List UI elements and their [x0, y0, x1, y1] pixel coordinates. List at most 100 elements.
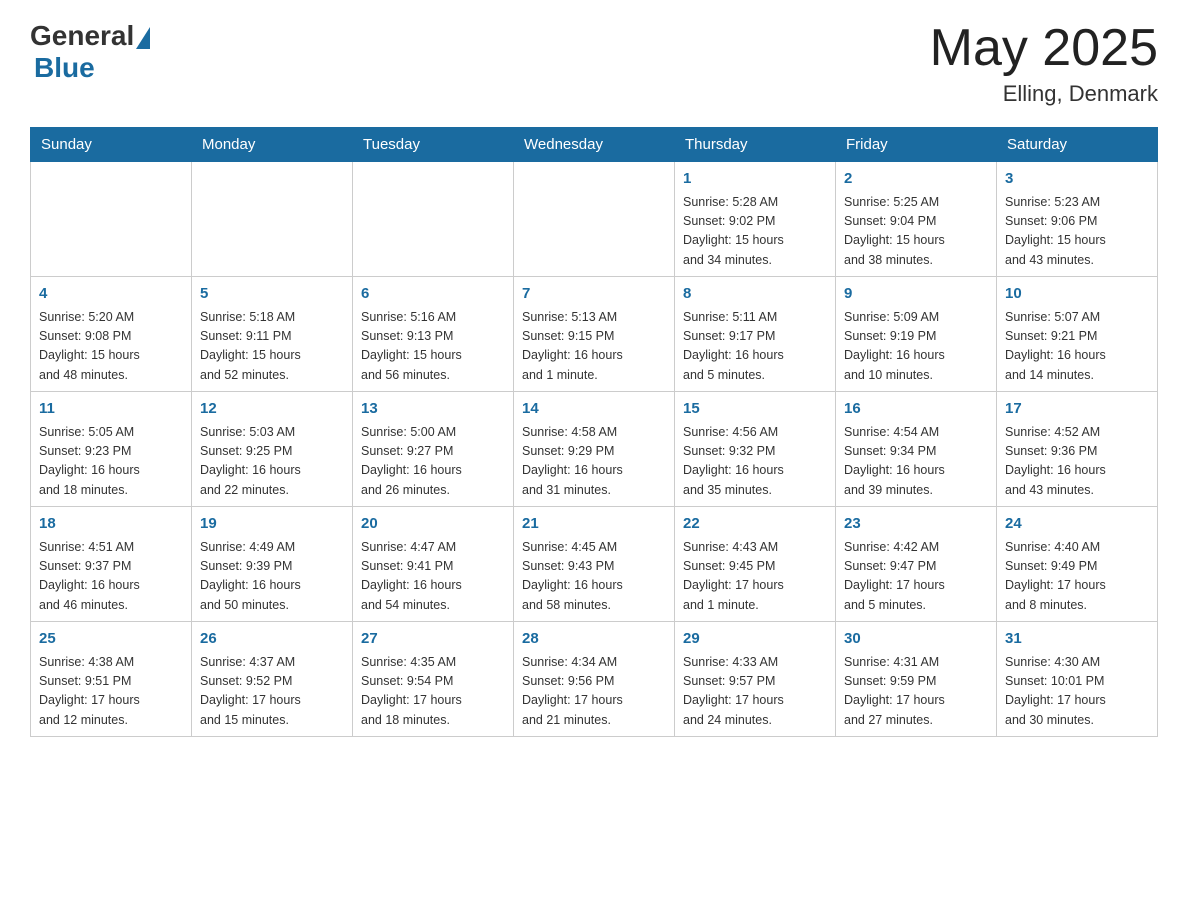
- title-section: May 2025 Elling, Denmark: [930, 20, 1158, 107]
- day-number: 18: [39, 513, 183, 536]
- day-info: Sunrise: 5:13 AMSunset: 9:15 PMDaylight:…: [522, 308, 666, 386]
- day-number: 20: [361, 513, 505, 536]
- calendar-cell: 3Sunrise: 5:23 AMSunset: 9:06 PMDaylight…: [997, 162, 1158, 277]
- calendar-cell: 7Sunrise: 5:13 AMSunset: 9:15 PMDaylight…: [514, 277, 675, 392]
- day-info: Sunrise: 4:34 AMSunset: 9:56 PMDaylight:…: [522, 653, 666, 731]
- day-number: 29: [683, 628, 827, 651]
- calendar-cell: 20Sunrise: 4:47 AMSunset: 9:41 PMDayligh…: [353, 507, 514, 622]
- calendar-cell: 8Sunrise: 5:11 AMSunset: 9:17 PMDaylight…: [675, 277, 836, 392]
- day-info: Sunrise: 4:49 AMSunset: 9:39 PMDaylight:…: [200, 538, 344, 616]
- day-info: Sunrise: 5:05 AMSunset: 9:23 PMDaylight:…: [39, 423, 183, 501]
- col-header-thursday: Thursday: [675, 128, 836, 162]
- calendar-cell: 15Sunrise: 4:56 AMSunset: 9:32 PMDayligh…: [675, 392, 836, 507]
- day-info: Sunrise: 4:31 AMSunset: 9:59 PMDaylight:…: [844, 653, 988, 731]
- col-header-sunday: Sunday: [31, 128, 192, 162]
- day-number: 12: [200, 398, 344, 421]
- calendar-cell: 13Sunrise: 5:00 AMSunset: 9:27 PMDayligh…: [353, 392, 514, 507]
- calendar-cell: [192, 162, 353, 277]
- day-info: Sunrise: 4:38 AMSunset: 9:51 PMDaylight:…: [39, 653, 183, 731]
- day-number: 19: [200, 513, 344, 536]
- calendar-cell: 14Sunrise: 4:58 AMSunset: 9:29 PMDayligh…: [514, 392, 675, 507]
- calendar-cell: 25Sunrise: 4:38 AMSunset: 9:51 PMDayligh…: [31, 622, 192, 737]
- day-info: Sunrise: 5:00 AMSunset: 9:27 PMDaylight:…: [361, 423, 505, 501]
- day-number: 14: [522, 398, 666, 421]
- day-number: 8: [683, 283, 827, 306]
- calendar-cell: 11Sunrise: 5:05 AMSunset: 9:23 PMDayligh…: [31, 392, 192, 507]
- day-number: 31: [1005, 628, 1149, 651]
- week-row-2: 4Sunrise: 5:20 AMSunset: 9:08 PMDaylight…: [31, 277, 1158, 392]
- calendar-cell: [353, 162, 514, 277]
- day-info: Sunrise: 4:51 AMSunset: 9:37 PMDaylight:…: [39, 538, 183, 616]
- day-number: 17: [1005, 398, 1149, 421]
- day-number: 10: [1005, 283, 1149, 306]
- day-info: Sunrise: 4:45 AMSunset: 9:43 PMDaylight:…: [522, 538, 666, 616]
- day-number: 23: [844, 513, 988, 536]
- calendar-cell: 29Sunrise: 4:33 AMSunset: 9:57 PMDayligh…: [675, 622, 836, 737]
- calendar-header-row: SundayMondayTuesdayWednesdayThursdayFrid…: [31, 128, 1158, 162]
- calendar-cell: 24Sunrise: 4:40 AMSunset: 9:49 PMDayligh…: [997, 507, 1158, 622]
- day-number: 1: [683, 168, 827, 191]
- day-number: 28: [522, 628, 666, 651]
- day-number: 2: [844, 168, 988, 191]
- logo-blue-text: Blue: [34, 52, 95, 84]
- day-info: Sunrise: 5:28 AMSunset: 9:02 PMDaylight:…: [683, 193, 827, 271]
- day-info: Sunrise: 5:18 AMSunset: 9:11 PMDaylight:…: [200, 308, 344, 386]
- calendar-cell: 10Sunrise: 5:07 AMSunset: 9:21 PMDayligh…: [997, 277, 1158, 392]
- day-info: Sunrise: 5:20 AMSunset: 9:08 PMDaylight:…: [39, 308, 183, 386]
- day-number: 6: [361, 283, 505, 306]
- day-info: Sunrise: 4:42 AMSunset: 9:47 PMDaylight:…: [844, 538, 988, 616]
- calendar-cell: 6Sunrise: 5:16 AMSunset: 9:13 PMDaylight…: [353, 277, 514, 392]
- day-number: 15: [683, 398, 827, 421]
- day-number: 27: [361, 628, 505, 651]
- day-number: 22: [683, 513, 827, 536]
- calendar-cell: 2Sunrise: 5:25 AMSunset: 9:04 PMDaylight…: [836, 162, 997, 277]
- day-info: Sunrise: 4:40 AMSunset: 9:49 PMDaylight:…: [1005, 538, 1149, 616]
- day-number: 30: [844, 628, 988, 651]
- calendar-cell: 23Sunrise: 4:42 AMSunset: 9:47 PMDayligh…: [836, 507, 997, 622]
- page-header: General Blue May 2025 Elling, Denmark: [30, 20, 1158, 107]
- logo: General Blue: [30, 20, 150, 84]
- week-row-5: 25Sunrise: 4:38 AMSunset: 9:51 PMDayligh…: [31, 622, 1158, 737]
- day-number: 16: [844, 398, 988, 421]
- day-number: 21: [522, 513, 666, 536]
- month-year-title: May 2025: [930, 20, 1158, 77]
- day-number: 26: [200, 628, 344, 651]
- day-number: 25: [39, 628, 183, 651]
- calendar-cell: 21Sunrise: 4:45 AMSunset: 9:43 PMDayligh…: [514, 507, 675, 622]
- day-info: Sunrise: 5:03 AMSunset: 9:25 PMDaylight:…: [200, 423, 344, 501]
- day-info: Sunrise: 4:47 AMSunset: 9:41 PMDaylight:…: [361, 538, 505, 616]
- calendar-cell: 17Sunrise: 4:52 AMSunset: 9:36 PMDayligh…: [997, 392, 1158, 507]
- week-row-4: 18Sunrise: 4:51 AMSunset: 9:37 PMDayligh…: [31, 507, 1158, 622]
- calendar-table: SundayMondayTuesdayWednesdayThursdayFrid…: [30, 127, 1158, 737]
- day-info: Sunrise: 5:23 AMSunset: 9:06 PMDaylight:…: [1005, 193, 1149, 271]
- calendar-cell: 16Sunrise: 4:54 AMSunset: 9:34 PMDayligh…: [836, 392, 997, 507]
- day-info: Sunrise: 5:25 AMSunset: 9:04 PMDaylight:…: [844, 193, 988, 271]
- calendar-cell: 1Sunrise: 5:28 AMSunset: 9:02 PMDaylight…: [675, 162, 836, 277]
- day-info: Sunrise: 4:56 AMSunset: 9:32 PMDaylight:…: [683, 423, 827, 501]
- logo-general-text: General: [30, 20, 134, 52]
- calendar-cell: 19Sunrise: 4:49 AMSunset: 9:39 PMDayligh…: [192, 507, 353, 622]
- day-number: 9: [844, 283, 988, 306]
- calendar-cell: 9Sunrise: 5:09 AMSunset: 9:19 PMDaylight…: [836, 277, 997, 392]
- calendar-cell: 26Sunrise: 4:37 AMSunset: 9:52 PMDayligh…: [192, 622, 353, 737]
- col-header-tuesday: Tuesday: [353, 128, 514, 162]
- calendar-cell: 30Sunrise: 4:31 AMSunset: 9:59 PMDayligh…: [836, 622, 997, 737]
- day-number: 3: [1005, 168, 1149, 191]
- col-header-friday: Friday: [836, 128, 997, 162]
- location-subtitle: Elling, Denmark: [930, 81, 1158, 107]
- day-number: 24: [1005, 513, 1149, 536]
- calendar-cell: 28Sunrise: 4:34 AMSunset: 9:56 PMDayligh…: [514, 622, 675, 737]
- day-info: Sunrise: 4:37 AMSunset: 9:52 PMDaylight:…: [200, 653, 344, 731]
- day-info: Sunrise: 4:58 AMSunset: 9:29 PMDaylight:…: [522, 423, 666, 501]
- calendar-cell: 4Sunrise: 5:20 AMSunset: 9:08 PMDaylight…: [31, 277, 192, 392]
- day-info: Sunrise: 4:43 AMSunset: 9:45 PMDaylight:…: [683, 538, 827, 616]
- day-info: Sunrise: 5:09 AMSunset: 9:19 PMDaylight:…: [844, 308, 988, 386]
- day-number: 4: [39, 283, 183, 306]
- week-row-1: 1Sunrise: 5:28 AMSunset: 9:02 PMDaylight…: [31, 162, 1158, 277]
- day-info: Sunrise: 5:07 AMSunset: 9:21 PMDaylight:…: [1005, 308, 1149, 386]
- calendar-cell: [31, 162, 192, 277]
- day-number: 13: [361, 398, 505, 421]
- calendar-cell: 12Sunrise: 5:03 AMSunset: 9:25 PMDayligh…: [192, 392, 353, 507]
- calendar-cell: 18Sunrise: 4:51 AMSunset: 9:37 PMDayligh…: [31, 507, 192, 622]
- calendar-cell: 27Sunrise: 4:35 AMSunset: 9:54 PMDayligh…: [353, 622, 514, 737]
